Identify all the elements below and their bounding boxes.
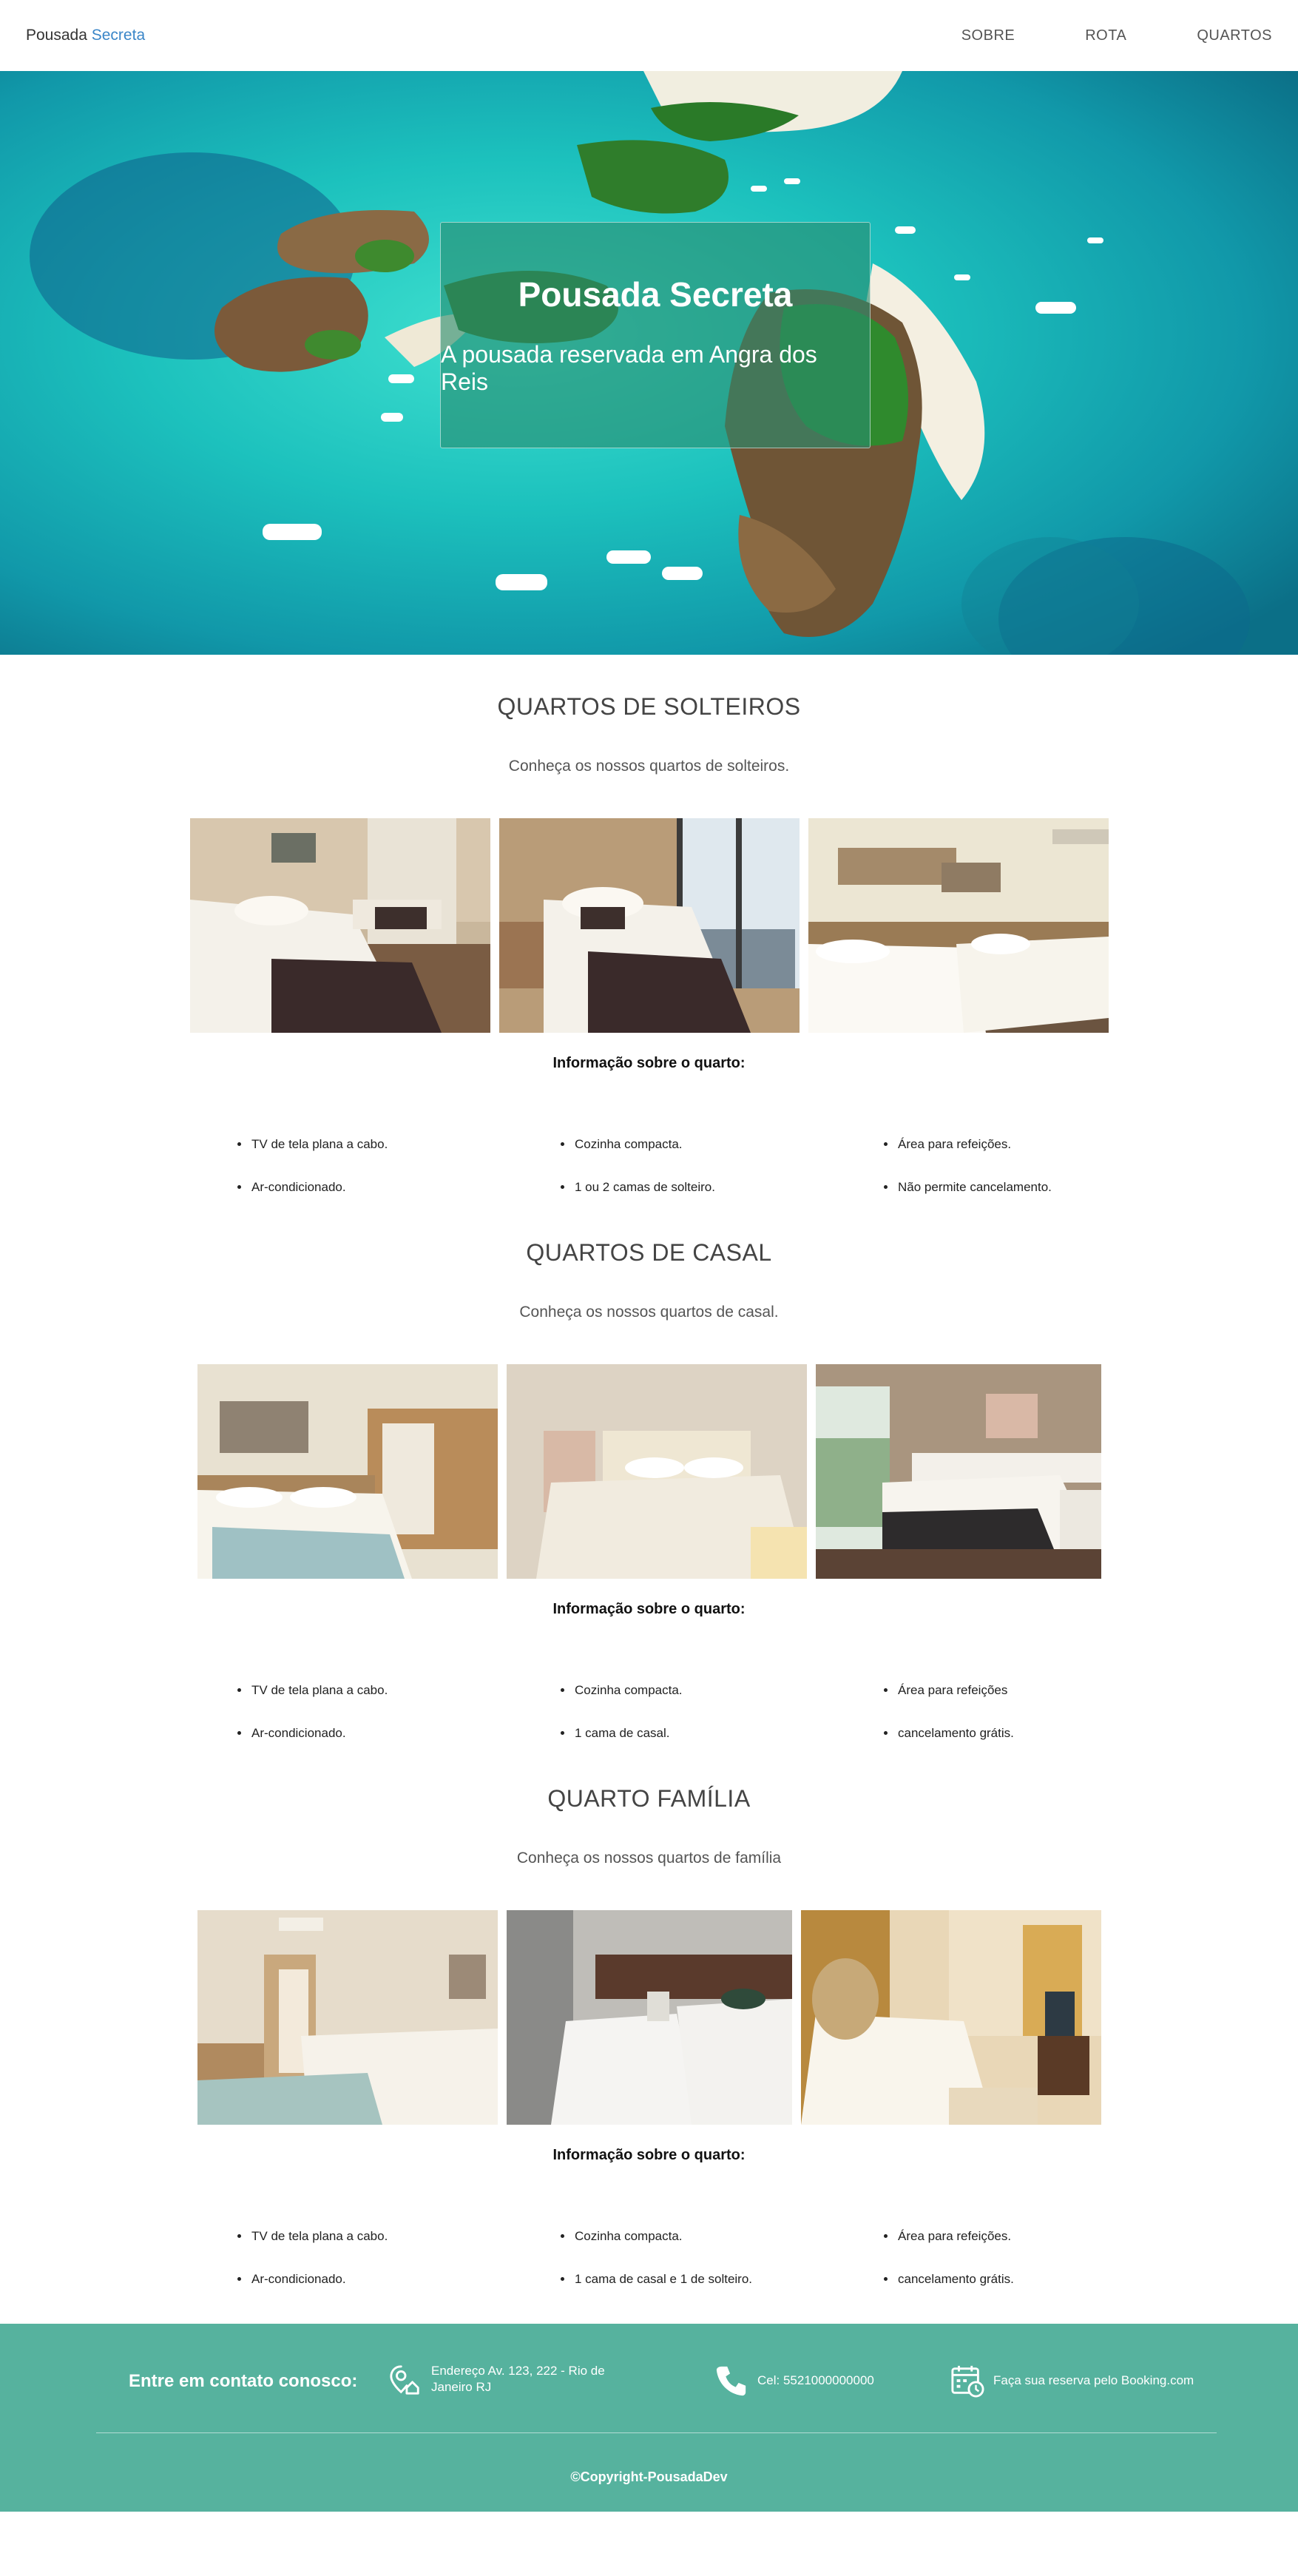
list-item: Cozinha compacta. bbox=[573, 1683, 883, 1698]
info-column: Cozinha compacta. 1 cama de casal e 1 de… bbox=[560, 2229, 883, 2315]
room-photo[interactable] bbox=[808, 818, 1109, 1033]
section-lead: Conheça os nossos quartos de casal. bbox=[519, 1304, 779, 1321]
room-photo[interactable] bbox=[506, 1364, 807, 1579]
info-title: Informação sobre o quarto: bbox=[552, 1055, 746, 1071]
nav-link-quartos[interactable]: QUARTOS bbox=[1197, 27, 1272, 44]
nav-links: SOBRE ROTA QUARTOS bbox=[961, 27, 1272, 44]
info-column: Área para refeições. cancelamento grátis… bbox=[883, 2229, 1206, 2315]
list-item: TV de tela plana a cabo. bbox=[250, 1137, 560, 1152]
phone-item[interactable]: Cel: 5521000000000 bbox=[714, 2364, 874, 2398]
list-item: 1 cama de casal. bbox=[573, 1726, 883, 1741]
info-column: TV de tela plana a cabo. Ar-condicionado… bbox=[237, 1683, 560, 1769]
section-lead: Conheça os nossos quartos de família bbox=[516, 1850, 782, 1867]
contact-title: Entre em contato conosco: bbox=[129, 2371, 358, 2391]
info-title: Informação sobre o quarto: bbox=[552, 2147, 746, 2163]
list-item: Cozinha compacta. bbox=[573, 1137, 883, 1152]
list-item: Ar-condicionado. bbox=[250, 1180, 560, 1195]
brand-logo[interactable]: Pousada Secreta bbox=[26, 27, 145, 44]
room-photo[interactable] bbox=[498, 818, 800, 1033]
room-info-list: TV de tela plana a cabo. Ar-condicionado… bbox=[0, 1137, 1298, 1223]
info-column: Área para refeições cancelamento grátis. bbox=[883, 1683, 1206, 1769]
room-photos bbox=[0, 1910, 1298, 2125]
address-line-1: Endereço Av. 123, 222 - Rio de bbox=[431, 2364, 605, 2378]
hero-caption-box: Pousada Secreta A pousada reservada em A… bbox=[440, 222, 871, 448]
section-lead: Conheça os nossos quartos de solteiros. bbox=[508, 758, 790, 775]
info-column: Área para refeições. Não permite cancela… bbox=[883, 1137, 1206, 1223]
room-info-list: TV de tela plana a cabo. Ar-condicionado… bbox=[0, 2229, 1298, 2315]
room-photo[interactable] bbox=[506, 1910, 792, 2125]
list-item: 1 cama de casal e 1 de solteiro. bbox=[573, 2272, 883, 2287]
list-item: TV de tela plana a cabo. bbox=[250, 2229, 560, 2244]
section-quarto-familia: QUARTO FAMÍLIA Conheça os nossos quartos… bbox=[0, 1769, 1298, 2315]
room-photo[interactable] bbox=[800, 1910, 1101, 2125]
section-title: QUARTOS DE SOLTEIROS bbox=[497, 693, 801, 720]
brand-main: Pousada bbox=[26, 27, 87, 44]
info-column: Cozinha compacta. 1 ou 2 camas de soltei… bbox=[560, 1137, 883, 1223]
list-item: Área para refeições bbox=[896, 1683, 1206, 1698]
list-item: Não permite cancelamento. bbox=[896, 1180, 1206, 1195]
nav-link-rota[interactable]: ROTA bbox=[1085, 27, 1126, 44]
info-title: Informação sobre o quarto: bbox=[552, 1601, 746, 1617]
room-photo[interactable] bbox=[197, 1910, 498, 2125]
section-quartos-solteiros: QUARTOS DE SOLTEIROS Conheça os nossos q… bbox=[0, 655, 1298, 1223]
list-item: cancelamento grátis. bbox=[896, 1726, 1206, 1741]
room-info-list: TV de tela plana a cabo. Ar-condicionado… bbox=[0, 1683, 1298, 1769]
info-column: Cozinha compacta. 1 cama de casal. bbox=[560, 1683, 883, 1769]
info-column: TV de tela plana a cabo. Ar-condicionado… bbox=[237, 1137, 560, 1223]
room-photo[interactable] bbox=[197, 1364, 498, 1579]
phone-number: Cel: 5521000000000 bbox=[757, 2373, 874, 2387]
footer-contact-row: Entre em contato conosco: Endereço Av. 1… bbox=[0, 2362, 1298, 2399]
address-item: Endereço Av. 123, 222 - Rio de Janeiro R… bbox=[388, 2362, 605, 2396]
list-item: Ar-condicionado. bbox=[250, 2272, 560, 2287]
footer: Entre em contato conosco: Endereço Av. 1… bbox=[0, 2324, 1298, 2512]
copyright: ©Copyright-PousadaDev bbox=[570, 2469, 728, 2484]
location-icon bbox=[390, 2365, 419, 2395]
hero-title: Pousada Secreta bbox=[518, 275, 793, 314]
footer-divider bbox=[96, 2432, 1217, 2433]
room-photos bbox=[0, 1364, 1298, 1579]
top-navbar: Pousada Secreta SOBRE ROTA QUARTOS bbox=[0, 0, 1298, 71]
room-photo[interactable] bbox=[815, 1364, 1101, 1579]
list-item: Ar-condicionado. bbox=[250, 1726, 560, 1741]
address-line-2: Janeiro RJ bbox=[431, 2380, 492, 2394]
list-item: Área para refeições. bbox=[896, 2229, 1206, 2244]
room-photo[interactable] bbox=[189, 818, 490, 1033]
list-item: TV de tela plana a cabo. bbox=[250, 1683, 560, 1698]
list-item: cancelamento grátis. bbox=[896, 2272, 1206, 2287]
info-column: TV de tela plana a cabo. Ar-condicionado… bbox=[237, 2229, 560, 2315]
booking-link: Faça sua reserva pelo Booking.com bbox=[993, 2373, 1194, 2387]
section-title: QUARTO FAMÍLIA bbox=[547, 1785, 751, 1812]
list-item: Área para refeições. bbox=[896, 1137, 1206, 1152]
list-item: 1 ou 2 camas de solteiro. bbox=[573, 1180, 883, 1195]
hero-banner: Pousada Secreta A pousada reservada em A… bbox=[0, 71, 1298, 655]
section-quartos-casal: QUARTOS DE CASAL Conheça os nossos quart… bbox=[0, 1223, 1298, 1769]
brand-accent: Secreta bbox=[91, 27, 146, 44]
nav-link-sobre[interactable]: SOBRE bbox=[961, 27, 1015, 44]
room-photos bbox=[0, 818, 1298, 1033]
hero-subtitle: A pousada reservada em Angra dos Reis bbox=[441, 341, 817, 395]
calendar-icon bbox=[951, 2365, 984, 2398]
phone-icon bbox=[716, 2366, 746, 2396]
section-title: QUARTOS DE CASAL bbox=[526, 1239, 772, 1266]
booking-item[interactable]: Faça sua reserva pelo Booking.com bbox=[950, 2364, 1194, 2398]
list-item: Cozinha compacta. bbox=[573, 2229, 883, 2244]
